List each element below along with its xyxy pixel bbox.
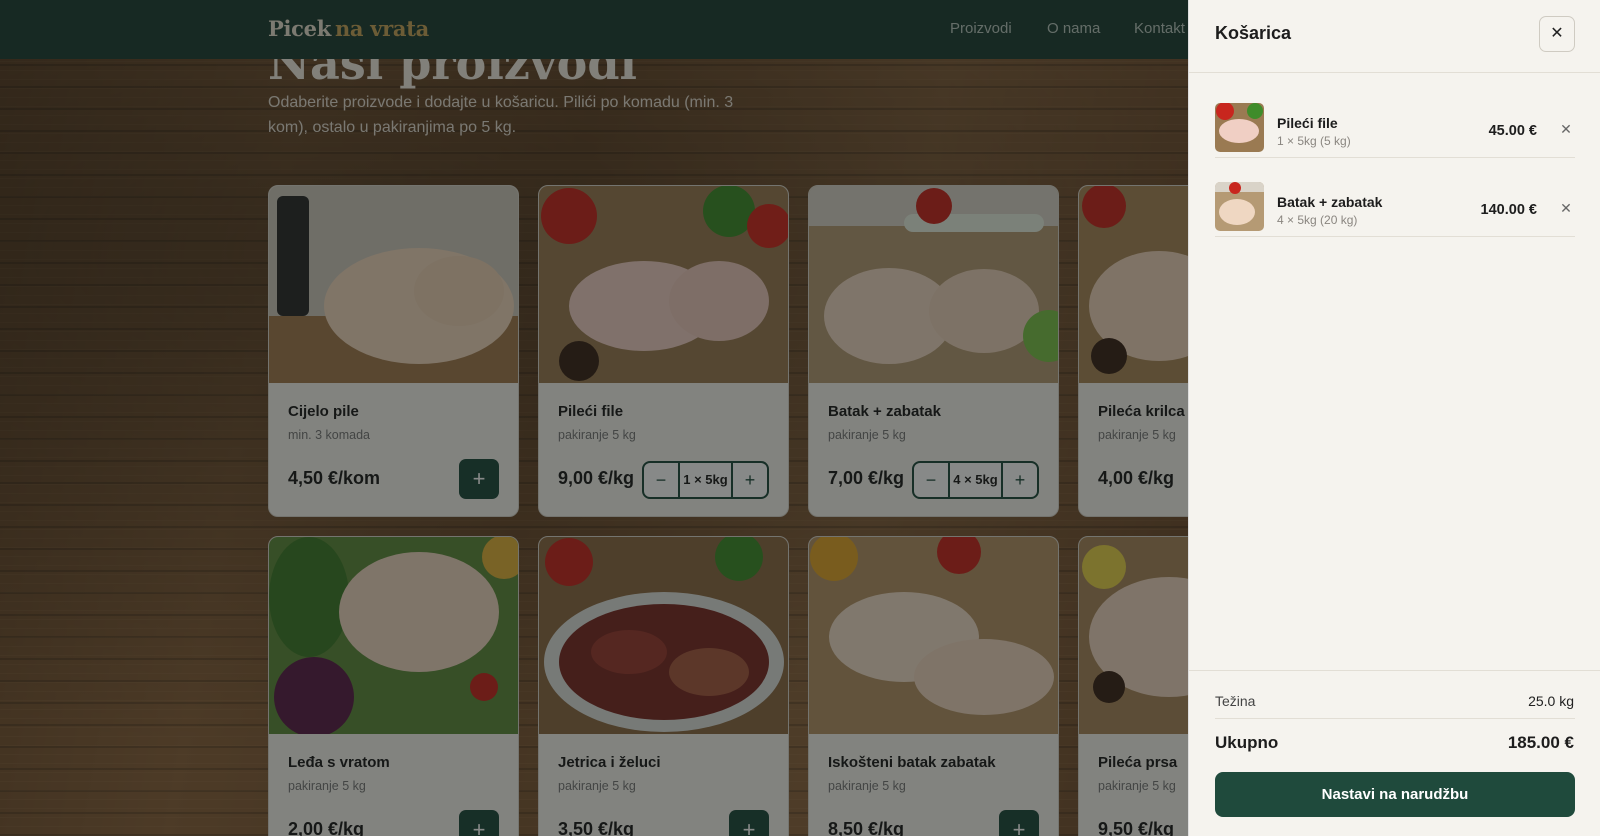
total-label: Ukupno xyxy=(1215,733,1279,752)
weight-value: 25.0 kg xyxy=(1528,693,1574,709)
cart-item-price: 140.00 € xyxy=(1480,202,1537,218)
close-cart-button[interactable]: ✕ xyxy=(1539,16,1575,52)
close-icon: ✕ xyxy=(1550,25,1564,42)
total-value: 185.00 € xyxy=(1507,733,1574,752)
divider xyxy=(1215,718,1575,719)
remove-item-button[interactable]: ✕ xyxy=(1557,200,1575,217)
weight-label: Težina xyxy=(1215,693,1256,709)
cart-item-name: Batak + zabatak xyxy=(1277,194,1383,210)
cart-drawer: Košarica ✕ Pileći file 1 × 5kg (5 kg) 45… xyxy=(1188,0,1600,836)
modal-backdrop[interactable] xyxy=(0,0,1188,836)
close-icon: ✕ xyxy=(1560,121,1572,137)
cart-title: Košarica xyxy=(1215,23,1292,43)
cart-item-quantity: 4 × 5kg (20 kg) xyxy=(1277,213,1358,227)
divider xyxy=(1189,670,1600,671)
cart-item-thumbnail xyxy=(1215,182,1264,231)
close-icon: ✕ xyxy=(1560,200,1572,216)
cart-item-quantity: 1 × 5kg (5 kg) xyxy=(1277,134,1351,148)
divider xyxy=(1189,72,1600,73)
cart-item-price: 45.00 € xyxy=(1488,123,1537,139)
cart-item-name: Pileći file xyxy=(1277,115,1338,131)
cart-item: Pileći file 1 × 5kg (5 kg) 45.00 € ✕ xyxy=(1215,79,1575,158)
remove-item-button[interactable]: ✕ xyxy=(1557,121,1575,138)
cart-item-thumbnail xyxy=(1215,103,1264,152)
cart-item: Batak + zabatak 4 × 5kg (20 kg) 140.00 €… xyxy=(1215,158,1575,237)
checkout-button[interactable]: Nastavi na narudžbu xyxy=(1215,772,1575,817)
